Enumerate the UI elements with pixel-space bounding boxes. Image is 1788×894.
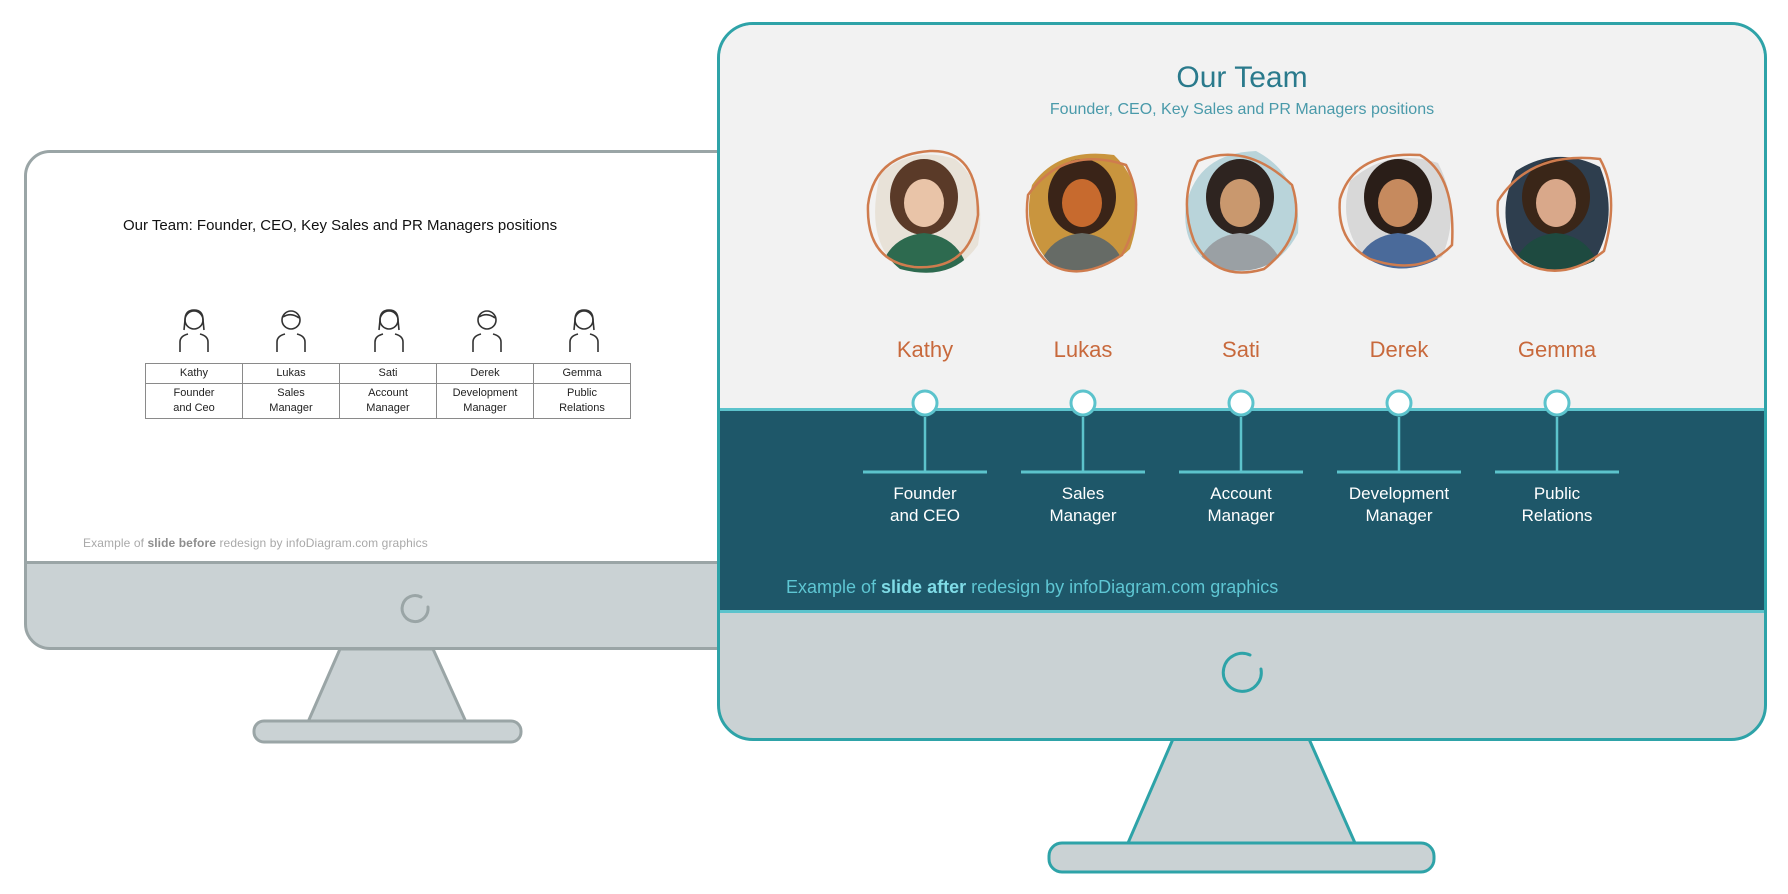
team-member-name: Kathy bbox=[896, 337, 954, 362]
connector-node bbox=[1543, 389, 1571, 417]
team-member-role: Development Manager bbox=[1348, 484, 1450, 525]
team-member-photo bbox=[1319, 145, 1479, 286]
team-member-photo bbox=[845, 145, 1005, 286]
connector-node bbox=[1385, 389, 1413, 417]
team-member-role: Public Relations bbox=[1521, 484, 1593, 525]
woman-glasses-photo bbox=[1185, 151, 1299, 274]
woman-long-hair-photo bbox=[1496, 156, 1613, 272]
team-member-name: Lukas bbox=[1053, 337, 1113, 362]
connector-node bbox=[1069, 389, 1097, 417]
power-icon bbox=[1221, 651, 1263, 693]
connector-node bbox=[1227, 389, 1255, 417]
team-member-photo bbox=[1161, 145, 1321, 286]
team-member-name: Gemma bbox=[1517, 337, 1597, 362]
team-member-name: Sati bbox=[1222, 337, 1260, 362]
after-monitor-frame: Our Team Founder, CEO, Key Sales and PR … bbox=[717, 22, 1767, 741]
team-member-role: Account Manager bbox=[1207, 484, 1275, 525]
man-blue-shirt-photo bbox=[1338, 153, 1454, 269]
after-connectors bbox=[863, 389, 1619, 474]
team-member-name: Derek bbox=[1369, 337, 1429, 362]
team-member-photo bbox=[1003, 145, 1163, 286]
woman-curly-hair-photo bbox=[866, 149, 981, 273]
team-member-photo bbox=[1477, 145, 1637, 286]
team-member-role: Founder and CEO bbox=[890, 484, 960, 525]
team-member-role: Sales Manager bbox=[1049, 484, 1117, 525]
after-monitor: Our Team Founder, CEO, Key Sales and PR … bbox=[0, 0, 1788, 894]
connector-node bbox=[911, 389, 939, 417]
man-orange-jacket-photo bbox=[1025, 153, 1138, 273]
